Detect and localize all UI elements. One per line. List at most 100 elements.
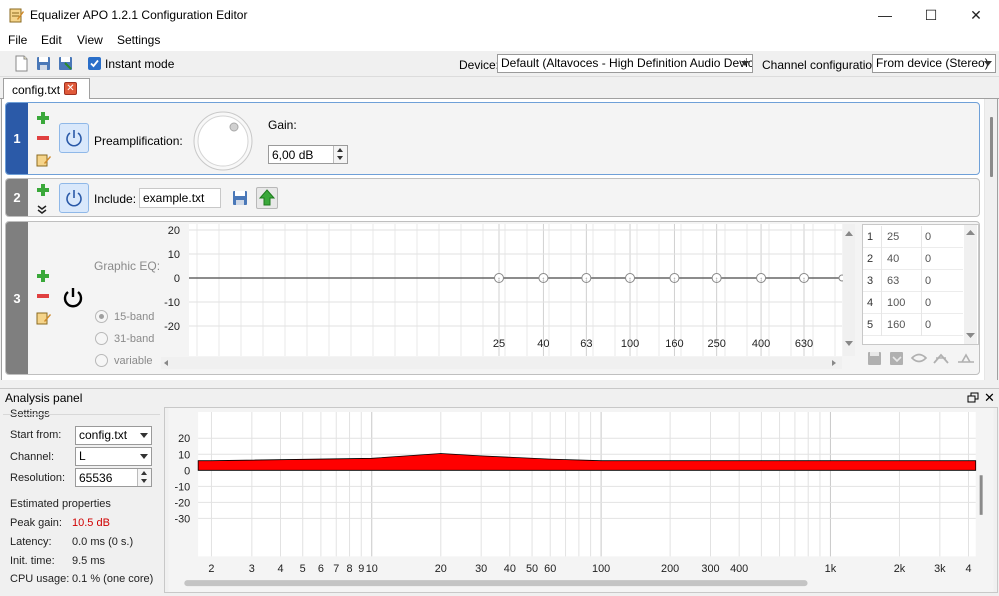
- filter-number: 3: [6, 222, 28, 374]
- cell-divider: [881, 314, 882, 336]
- band-gain: 0: [925, 297, 932, 309]
- analysis-vscrollbar[interactable]: [979, 475, 983, 515]
- start-from-select[interactable]: config.txt: [75, 426, 152, 445]
- eq-node-mark: ↕: [715, 277, 719, 284]
- analysis-x-tick-label: 30: [475, 563, 487, 575]
- invert-icon[interactable]: [910, 353, 928, 363]
- chevron-down-icon: [140, 433, 148, 438]
- title-bar: Equalizer APO 1.2.1 Configuration Editor…: [0, 0, 999, 30]
- save-icon[interactable]: [35, 55, 52, 72]
- edit-icon[interactable]: [36, 311, 51, 325]
- minimize-button[interactable]: —: [862, 0, 908, 30]
- analysis-x-tick-label: 4: [277, 563, 283, 575]
- normalize-icon[interactable]: [933, 353, 949, 364]
- spin-arrows-icon[interactable]: [137, 469, 151, 486]
- power-icon: [66, 190, 82, 207]
- reset-icon[interactable]: [958, 353, 974, 363]
- cell-divider: [881, 226, 882, 248]
- eq-y-tick-label: 10: [168, 249, 180, 261]
- tab-config[interactable]: config.txt ✕: [3, 78, 90, 100]
- add-icon[interactable]: [36, 269, 50, 283]
- peak-gain-value: 10.5 dB: [72, 517, 110, 529]
- radio-15-band[interactable]: [95, 310, 108, 323]
- chevron-down-icon: [741, 61, 749, 66]
- band-table-scrollbar[interactable]: [964, 225, 977, 344]
- eq-node-mark: ↕: [759, 277, 763, 284]
- analysis-x-tick-label: 300: [701, 563, 719, 575]
- band-frequency: 25: [887, 231, 900, 243]
- analysis-y-tick-label: 10: [178, 449, 190, 461]
- init-time-value: 9.5 ms: [72, 555, 106, 567]
- cell-divider: [881, 270, 882, 292]
- eq-vscrollbar[interactable]: [843, 224, 855, 356]
- channel-config-select[interactable]: From device (Stereo): [872, 54, 996, 73]
- tab-close-icon[interactable]: ✕: [64, 82, 77, 95]
- start-from-value: config.txt: [79, 428, 128, 442]
- save-as-icon[interactable]: [57, 55, 74, 72]
- instant-mode-checkbox[interactable]: [88, 57, 101, 70]
- close-button[interactable]: ✕: [953, 0, 999, 30]
- band-table-row[interactable]: 2 40 0: [863, 248, 963, 270]
- power-toggle-button[interactable]: [59, 183, 89, 213]
- remove-icon[interactable]: [36, 292, 50, 300]
- resolution-spinbox[interactable]: 65536: [75, 468, 152, 487]
- close-panel-icon[interactable]: ✕: [984, 390, 995, 406]
- new-file-icon[interactable]: [13, 55, 30, 72]
- band-gain: 0: [925, 319, 932, 331]
- save-icon[interactable]: [231, 189, 249, 207]
- analysis-hscrollbar[interactable]: [184, 580, 808, 587]
- eq-x-tick-label: 630: [795, 338, 813, 350]
- gain-knob[interactable]: [190, 110, 256, 172]
- eq-node-mark: ↕: [585, 277, 589, 284]
- undock-icon[interactable]: [967, 392, 979, 404]
- band-table: 1 25 0 2 40 0 3 63 0 4 100 0 5 160 0: [862, 224, 979, 345]
- band-table-row[interactable]: 5 160 0: [863, 314, 963, 336]
- menu-file[interactable]: File: [8, 33, 27, 47]
- analysis-x-tick-label: 10: [366, 563, 378, 575]
- remove-icon[interactable]: [36, 134, 50, 142]
- analysis-x-tick-label: 400: [730, 563, 748, 575]
- menu-bar: File Edit View Settings: [0, 30, 999, 51]
- eq-node-mark: ↕: [542, 277, 546, 284]
- analysis-x-tick-label: 200: [661, 563, 679, 575]
- menu-view[interactable]: View: [77, 33, 103, 47]
- expand-chevrons-icon[interactable]: [37, 205, 47, 215]
- latency-label: Latency:: [10, 536, 52, 548]
- channel-select[interactable]: L: [75, 447, 152, 466]
- power-icon[interactable]: [61, 285, 85, 309]
- device-select[interactable]: Default (Altavoces - High Definition Aud…: [497, 54, 753, 73]
- eq-hscrollbar[interactable]: [161, 357, 842, 369]
- tab-label: config.txt: [12, 83, 61, 97]
- band-index: 4: [867, 297, 874, 309]
- analysis-x-tick-label: 20: [435, 563, 447, 575]
- open-include-button[interactable]: [256, 187, 278, 209]
- band-gain: 0: [925, 231, 932, 243]
- power-toggle-button[interactable]: [59, 123, 89, 153]
- graphic-eq-graph[interactable]: 20100-10-20 25 40 63 100 160 250 400 630 ↕ ↕ ↕ ↕ ↕ ↕…: [159, 223, 858, 371]
- maximize-button[interactable]: ☐: [908, 0, 954, 30]
- band-table-row[interactable]: 1 25 0: [863, 226, 963, 248]
- edit-icon[interactable]: [36, 153, 51, 167]
- import-icon[interactable]: [890, 352, 903, 365]
- gain-spinbox[interactable]: 6,00 dB: [268, 145, 348, 164]
- analysis-y-tick-label: -20: [175, 497, 191, 509]
- menu-edit[interactable]: Edit: [41, 33, 62, 47]
- band-frequency: 160: [887, 319, 906, 331]
- band-table-row[interactable]: 3 63 0: [863, 270, 963, 292]
- spin-arrows-icon[interactable]: [333, 146, 347, 163]
- gain-label: Gain:: [268, 118, 297, 132]
- add-icon[interactable]: [36, 183, 50, 197]
- radio-variable-label: variable: [114, 355, 153, 367]
- menu-settings[interactable]: Settings: [117, 33, 160, 47]
- analysis-x-tick-label: 60: [544, 563, 556, 575]
- instant-mode-label: Instant mode: [105, 57, 175, 71]
- radio-31-band[interactable]: [95, 332, 108, 345]
- save-icon[interactable]: [868, 352, 881, 365]
- analysis-graph[interactable]: 20100-10-20-30 2 3 4 5 6 7 8 9 10 20 30 40 50 60 100 20…: [164, 407, 998, 593]
- band-table-row[interactable]: 4 100 0: [863, 292, 963, 314]
- gain-value: 6,00 dB: [272, 148, 314, 162]
- include-file-input[interactable]: example.txt: [139, 188, 221, 208]
- radio-variable[interactable]: [95, 354, 108, 367]
- add-icon[interactable]: [36, 111, 50, 125]
- editor-vscrollbar[interactable]: [984, 99, 997, 380]
